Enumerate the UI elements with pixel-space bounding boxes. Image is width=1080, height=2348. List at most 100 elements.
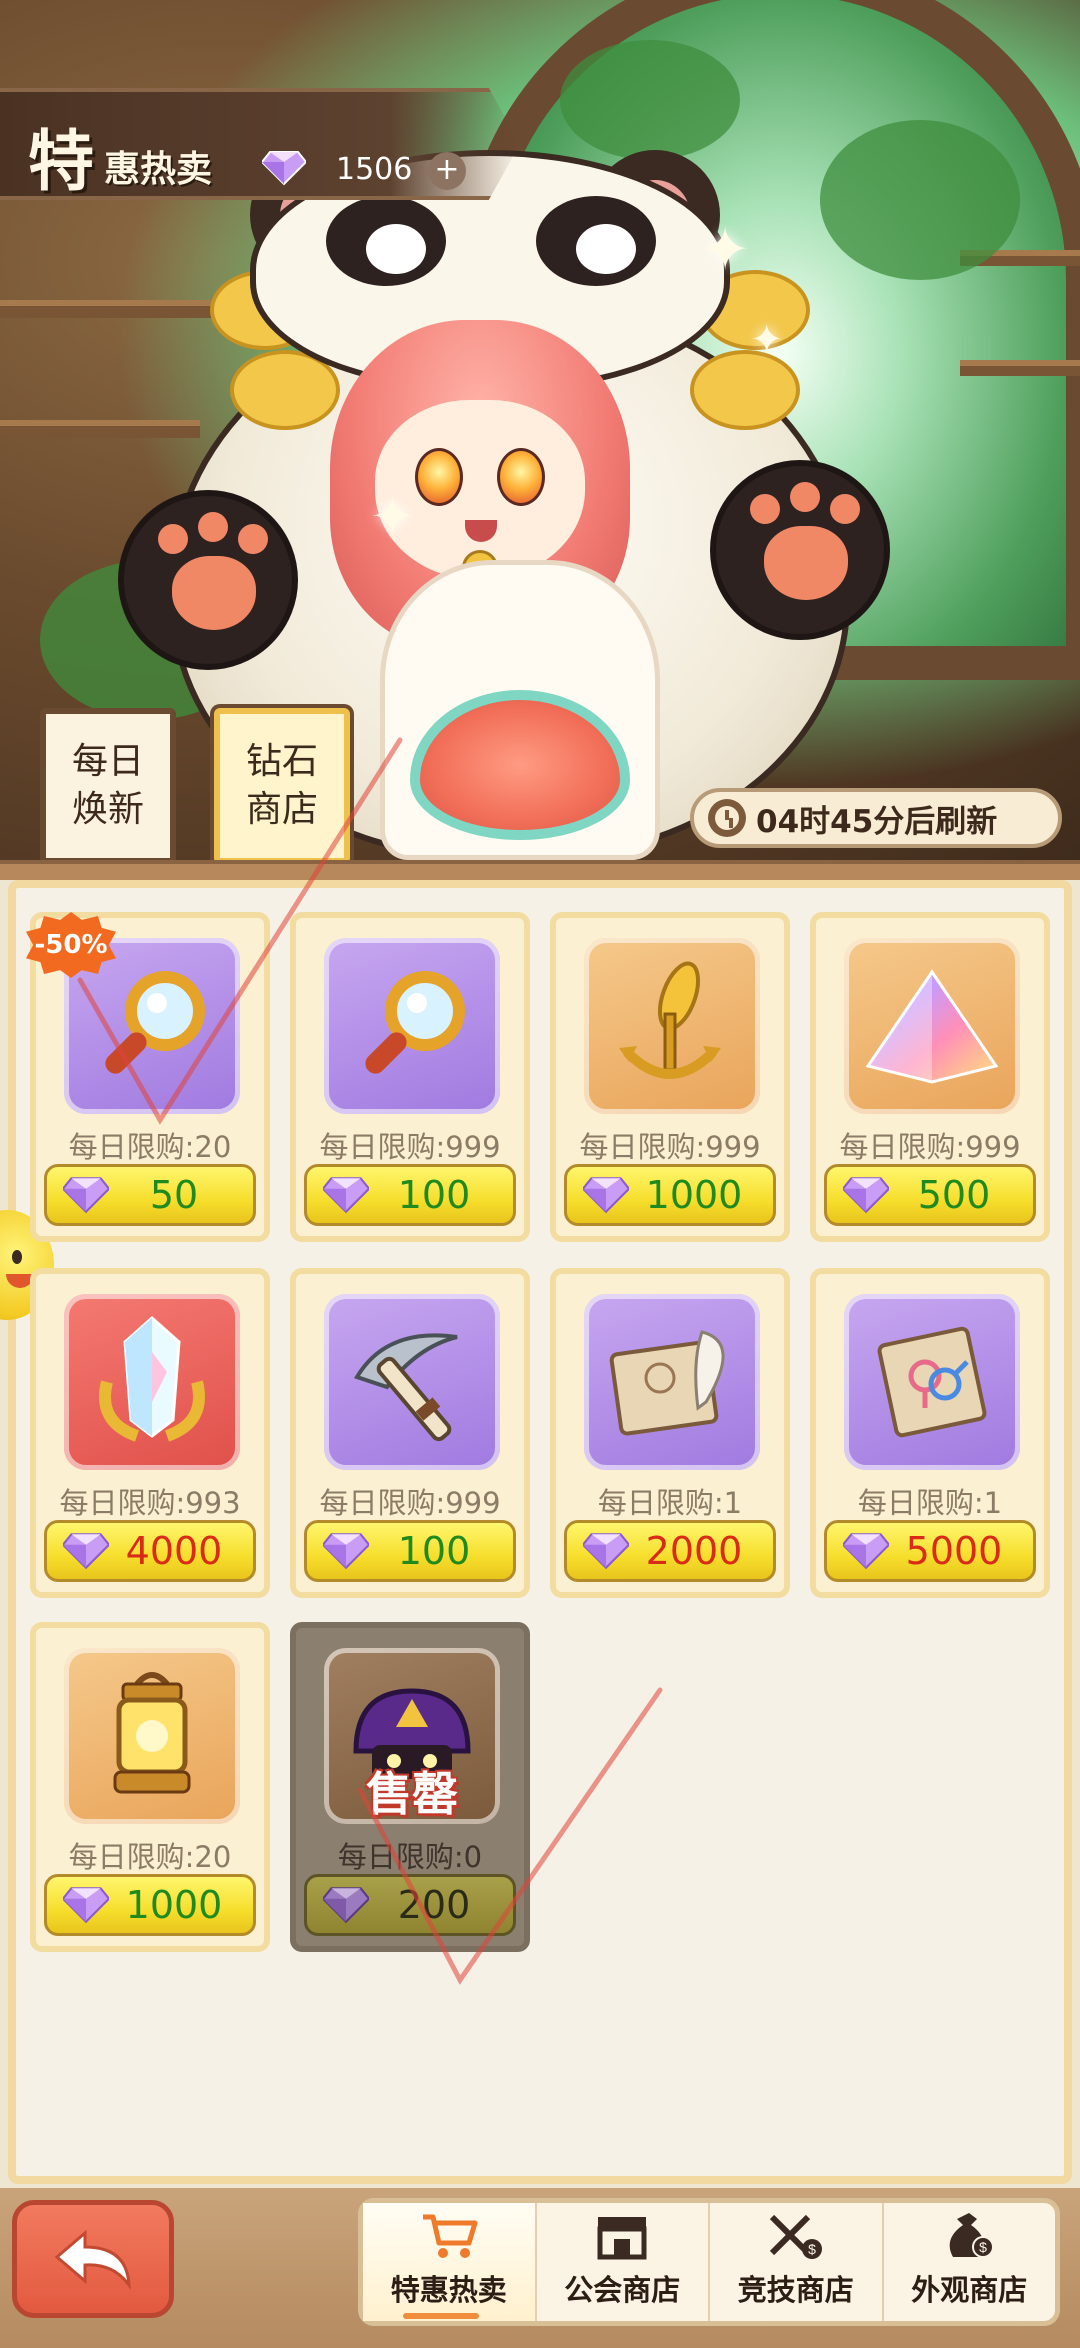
tab-daily-refresh[interactable]: 每日 焕新 [40,708,176,864]
sparkle-icon: ✦ [700,215,751,285]
tab-guild-shop[interactable]: 公会商店 [537,2203,710,2321]
money-bag-icon: $ [949,2213,995,2258]
diamond-icon [323,1177,369,1214]
item-icon-box [844,938,1020,1114]
daily-limit: 每日限购:999 [579,1130,761,1164]
crystal-crest-icon [99,1315,205,1442]
back-arrow-icon [54,2229,131,2290]
shopping-cart-icon [422,2214,478,2258]
diamond-icon [583,1533,629,1570]
shelf [0,300,220,318]
diamond-icon [63,1887,109,1924]
shelf [0,420,200,438]
buy-button[interactable]: 1000 [564,1164,776,1226]
item-icon-box [844,1294,1020,1470]
diamond-icon [323,1533,369,1570]
buy-button[interactable]: 5000 [824,1520,1036,1582]
item-icon-box [64,1648,240,1824]
price-value: 1000 [125,1883,223,1927]
daily-limit: 每日限购:1 [857,1486,1003,1520]
shop-item-card-sold-out[interactable]: 售罄 每日限购:0 200 [290,1622,530,1952]
storefront-icon [597,2217,647,2260]
price-value: 100 [397,1173,471,1217]
tab-diamond-shop[interactable]: 钻石 商店 [214,708,350,864]
price-value: 500 [917,1173,991,1217]
tab-label: 外观商店 [911,2273,1028,2307]
buy-button[interactable]: 2000 [564,1520,776,1582]
crossed-swords-icon: $ [769,2214,822,2259]
shop-item-card[interactable]: 每日限购:20 1000 [30,1622,270,1952]
sparkle-icon: ✦ [750,317,784,363]
diamond-icon [323,1887,369,1924]
buy-button[interactable]: 100 [304,1520,516,1582]
shop-item-card[interactable]: 每日限购:999 100 [290,912,530,1242]
item-icon-box [584,938,760,1114]
daily-limit: 每日限购:999 [319,1486,501,1520]
tab-label: 竞技商店 [737,2273,854,2307]
daily-limit: 每日限购:0 [337,1840,483,1874]
item-icon-box [324,1294,500,1470]
lantern-icon [113,1672,191,1794]
panda-eye [536,196,656,286]
daily-limit: 每日限购:999 [839,1130,1021,1164]
daily-limit: 每日限购:999 [319,1130,501,1164]
tab-appearance-shop[interactable]: $ 外观商店 [884,2203,1056,2321]
buy-button[interactable]: 100 [304,1164,516,1226]
svg-text:$: $ [808,2241,816,2257]
refresh-timer: 04时45分后刷新 [690,788,1062,848]
girl-mouth [465,520,497,542]
daily-limit: 每日限购:993 [59,1486,241,1520]
shop-item-card[interactable]: 每日限购:993 4000 [30,1268,270,1598]
magnifier-icon [105,971,205,1074]
price-value: 200 [397,1883,471,1927]
price-value: 5000 [905,1529,1003,1573]
svg-text:$: $ [979,2239,987,2255]
shop-item-card[interactable]: 每日限购:999 100 [290,1268,530,1598]
shop-item-card[interactable]: 每日限购:999 1000 [550,912,790,1242]
item-icon-box [64,1294,240,1470]
pickaxe-icon [354,1333,458,1442]
foliage [820,120,1020,280]
tab-label: 特惠热卖 [390,2273,507,2307]
item-icon-box [584,1294,760,1470]
shop-item-card[interactable]: 每日限购:1 2000 [550,1268,790,1598]
price-value: 50 [149,1173,199,1217]
diamond-icon [843,1533,889,1570]
tab-label: 公会商店 [564,2273,681,2307]
girl-eye [415,448,463,506]
sold-out-label: 售罄 [366,1767,458,1821]
active-indicator [403,2313,479,2319]
diamond-icon [63,1177,109,1214]
gender-scroll-icon [877,1326,987,1438]
tab-special-sale[interactable]: 特惠热卖 [363,2203,537,2321]
panda-eye [326,196,446,286]
shop-item-card[interactable]: 每日限购:1 5000 [810,1268,1050,1598]
daily-limit: 每日限购:20 [68,1840,232,1874]
back-button[interactable] [12,2200,174,2318]
daily-limit: 每日限购:1 [597,1486,743,1520]
diamond-icon [843,1177,889,1214]
shop-item-card[interactable]: 每日限购:999 500 [810,912,1050,1242]
page-title-char: 特 [28,122,94,200]
panda-paw [118,490,298,670]
price-value: 1000 [645,1173,743,1217]
foliage [560,40,740,160]
diamond-icon [63,1533,109,1570]
tab-arena-shop[interactable]: $ 竞技商店 [710,2203,884,2321]
price-value: 2000 [645,1529,743,1573]
shop-item-card[interactable]: -50% 每日限购:20 50 [26,912,270,1242]
price-value: 4000 [125,1529,223,1573]
buy-button[interactable]: 4000 [44,1520,256,1582]
buy-button[interactable]: 1000 [44,1874,256,1936]
buy-button[interactable]: 50 [44,1164,256,1226]
page-title: 惠热卖 [104,148,213,190]
item-icon-box [324,938,500,1114]
price-value: 100 [397,1529,471,1573]
scroll-quill-icon [609,1330,725,1436]
buy-button[interactable]: 500 [824,1164,1036,1226]
rainbow-pyramid-icon [865,969,999,1084]
daily-limit: 每日限购:20 [68,1130,232,1164]
girl-eye [497,448,545,506]
alarm-clock-icon [708,799,746,837]
add-diamonds-button[interactable]: + [428,152,466,190]
